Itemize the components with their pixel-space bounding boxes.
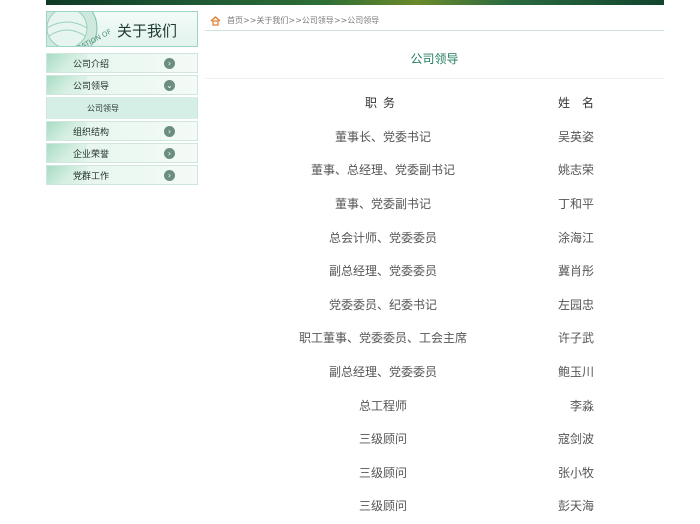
chevron-down-icon: ⌄: [164, 80, 175, 91]
sidebar-item-label: 公司介绍: [73, 59, 110, 70]
name-cell: 许子武: [557, 331, 594, 346]
position-cell: 三级顾问: [358, 432, 407, 447]
breadcrumb-leaders-link[interactable]: 公司领导: [302, 16, 334, 25]
sidebar-item-label: 组织结构: [73, 127, 110, 138]
name-cell: 左园忠: [557, 297, 594, 312]
position-cell: 董事、党委副书记: [334, 197, 431, 212]
name-cell: 寇剑波: [557, 432, 594, 447]
table-row: 党委委员、纪委书记 左园忠: [276, 288, 632, 322]
sidebar-item-company-intro[interactable]: 公司介绍 ›: [46, 53, 198, 73]
table-row: 总工程师 李淼: [276, 388, 632, 422]
sidebar-header: CORPORATION OF 关于我们: [46, 11, 198, 47]
leaders-table: 职务 姓名 董事长、党委书记 吴英姿 董事、总经理、党委副书记 姚志荣 董事、党委副…: [276, 86, 632, 523]
table-row: 三级顾问 寇剑波: [276, 422, 632, 456]
name-cell: 鲍玉川: [557, 365, 594, 380]
sidebar-item-company-leaders[interactable]: 公司领导 ⌄: [46, 75, 198, 95]
sidebar-item-org-structure[interactable]: 组织结构 ›: [46, 121, 198, 141]
sidebar-item-label: 公司领导: [73, 81, 110, 92]
breadcrumb-bar: 首页>>关于我们>>公司领导>>公司领导: [205, 11, 664, 31]
breadcrumb-about-link[interactable]: 关于我们: [256, 16, 288, 25]
title-divider: [205, 78, 664, 79]
position-cell: 副总经理、党委委员: [328, 264, 437, 279]
page-title: 公司领导: [410, 52, 459, 66]
table-row: 副总经理、党委委员 冀肖彤: [276, 254, 632, 288]
table-row: 总会计师、党委委员 涂海江: [276, 220, 632, 254]
name-cell: 涂海江: [557, 230, 594, 245]
table-row: 董事长、党委书记 吴英姿: [276, 120, 632, 154]
column-header-position: 职务: [364, 96, 401, 111]
position-cell: 总工程师: [358, 398, 407, 413]
top-banner: [46, 0, 664, 5]
sidebar-item-label: 党群工作: [73, 171, 110, 182]
table-row: 三级顾问 张小牧: [276, 456, 632, 490]
breadcrumb-separator: >>: [243, 16, 257, 25]
chevron-right-icon: ›: [164, 148, 175, 159]
chevron-right-icon: ›: [164, 58, 175, 69]
position-cell: 董事长、党委书记: [334, 129, 431, 144]
table-row: 董事、总经理、党委副书记 姚志荣: [276, 153, 632, 187]
name-cell: 彭天海: [557, 499, 594, 514]
submenu-item-company-leaders[interactable]: 公司领导: [46, 97, 198, 119]
breadcrumb-separator: >>: [288, 16, 302, 25]
table-row: 三级顾问 彭天海: [276, 489, 632, 523]
position-cell: 职工董事、党委委员、工会主席: [298, 331, 467, 346]
sidebar-item-honors[interactable]: 企业荣誉 ›: [46, 143, 198, 163]
name-cell: 姚志荣: [557, 163, 594, 178]
name-cell: 冀肖彤: [557, 264, 594, 279]
chevron-right-icon: ›: [164, 126, 175, 137]
sidebar-item-party-work[interactable]: 党群工作 ›: [46, 165, 198, 185]
sidebar-menu: 公司介绍 › 公司领导 ⌄ 公司领导 组织结构 › 企业荣誉 › 党群工作 ›: [46, 53, 198, 185]
table-row: 职工董事、党委委员、工会主席 许子武: [276, 321, 632, 355]
table-row: 董事、党委副书记 丁和平: [276, 187, 632, 221]
sidebar: CORPORATION OF 关于我们 公司介绍 › 公司领导 ⌄ 公司领导 组…: [46, 11, 198, 187]
position-cell: 总会计师、党委委员: [328, 230, 437, 245]
home-icon[interactable]: [210, 15, 221, 26]
chevron-right-icon: ›: [164, 170, 175, 181]
column-header-name: 姓名: [557, 96, 606, 111]
breadcrumb-separator: >>: [333, 16, 348, 25]
submenu-item-label: 公司领导: [87, 103, 119, 113]
position-cell: 三级顾问: [358, 499, 407, 514]
name-cell: 李淼: [569, 398, 594, 413]
position-cell: 副总经理、党委委员: [328, 365, 437, 380]
table-header-row: 职务 姓名: [276, 86, 632, 120]
position-cell: 董事、总经理、党委副书记: [310, 163, 455, 178]
name-cell: 吴英姿: [557, 129, 594, 144]
position-cell: 党委委员、纪委书记: [328, 297, 437, 312]
breadcrumb-current[interactable]: 公司领导: [347, 16, 379, 25]
sidebar-item-label: 企业荣誉: [73, 149, 110, 160]
breadcrumb: 首页>>关于我们>>公司领导>>公司领导: [227, 15, 379, 26]
sidebar-title: 关于我们: [117, 22, 178, 40]
corporation-logo: CORPORATION OF: [47, 12, 111, 46]
name-cell: 丁和平: [557, 197, 594, 212]
name-cell: 张小牧: [557, 465, 594, 480]
table-row: 副总经理、党委委员 鲍玉川: [276, 355, 632, 389]
breadcrumb-home-link[interactable]: 首页: [227, 16, 243, 25]
position-cell: 三级顾问: [358, 465, 407, 480]
